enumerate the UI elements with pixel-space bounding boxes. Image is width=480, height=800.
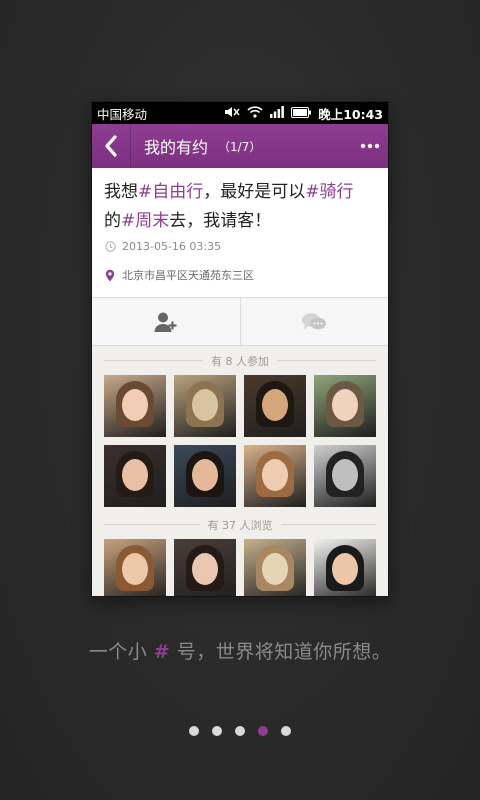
location-pin-icon — [104, 269, 116, 281]
battery-icon — [291, 106, 312, 121]
post-text-segment: 去，我请客！ — [169, 211, 272, 231]
chevron-left-icon — [105, 135, 117, 157]
viewer-avatar[interactable] — [244, 539, 306, 596]
avatar-photo-icon — [104, 445, 166, 507]
post-text-segment: 我想 — [104, 182, 138, 202]
participant-avatar[interactable] — [174, 375, 236, 437]
status-bar: 中国移动 晚上10:43 — [92, 102, 388, 124]
join-button[interactable] — [92, 298, 240, 345]
participant-avatar[interactable] — [104, 375, 166, 437]
location-label: 北京市昌平区天通苑东三区 — [122, 269, 254, 282]
participants-count-label: 有 8 人参加 — [211, 354, 269, 368]
page-title: 我的有约 — [144, 138, 209, 157]
add-user-icon — [154, 312, 177, 332]
participant-avatar[interactable] — [244, 375, 306, 437]
avatar-photo-icon — [104, 539, 166, 596]
participant-avatar[interactable] — [314, 445, 376, 507]
avatar-photo-icon — [244, 375, 306, 437]
more-menu-button[interactable] — [352, 124, 388, 168]
viewers-divider: 有 37 人浏览 — [92, 510, 388, 539]
hashtag-link[interactable]: #周末 — [121, 211, 169, 231]
chat-bubbles-icon — [302, 312, 327, 329]
post-card: 我想#自由行，最好是可以#骑行的#周末去，我请客！ 2013-05-16 03:… — [92, 168, 388, 297]
app-preview-screen: 中国移动 晚上10:43 我的有约 （1/7） 我想#自由行，最好是可以#骑行 … — [92, 102, 388, 596]
signal-icon — [270, 105, 285, 121]
cat-photo-icon — [174, 375, 236, 437]
participants-grid — [92, 375, 388, 507]
title-bar: 我的有约 （1/7） — [92, 124, 388, 168]
viewer-avatar[interactable] — [104, 539, 166, 596]
avatar-photo-icon — [314, 539, 376, 596]
participants-divider: 有 8 人参加 — [92, 346, 388, 375]
post-text: 我想#自由行，最好是可以#骑行的#周末去，我请客！ — [104, 178, 376, 236]
post-datetime: 2013-05-16 03:35 — [104, 240, 376, 253]
avatar-photo-icon — [244, 445, 306, 507]
viewers-grid — [92, 539, 388, 596]
page-indicator — [0, 726, 480, 736]
participants-section: 有 8 人参加 有 37 人浏览 — [92, 346, 388, 596]
action-bar — [92, 297, 388, 346]
avatar-photo-icon — [314, 375, 376, 437]
participant-avatar[interactable] — [174, 445, 236, 507]
post-text-segment: 的 — [104, 211, 121, 231]
clock-icon — [104, 241, 116, 253]
participant-avatar[interactable] — [314, 375, 376, 437]
more-dots-icon — [360, 143, 380, 149]
camera-photo-icon — [314, 445, 376, 507]
avatar-photo-icon — [174, 539, 236, 596]
viewers-count-label: 有 37 人浏览 — [207, 518, 273, 532]
participant-avatar[interactable] — [244, 445, 306, 507]
participant-avatar[interactable] — [104, 445, 166, 507]
mute-icon — [224, 106, 240, 121]
page-dot[interactable] — [235, 726, 245, 736]
feature-caption: 一个小 # 号，世界将知道你所想。 — [88, 641, 392, 663]
page-dot[interactable] — [212, 726, 222, 736]
hashtag-link[interactable]: #骑行 — [305, 182, 353, 202]
wifi-icon — [247, 105, 263, 121]
page-counter: （1/7） — [218, 139, 262, 154]
hashtag-link[interactable]: #自由行 — [138, 182, 203, 202]
avatar-photo-icon — [104, 375, 166, 437]
page-dot[interactable] — [189, 726, 199, 736]
back-button[interactable] — [92, 124, 131, 168]
viewer-avatar[interactable] — [174, 539, 236, 596]
carrier-label: 中国移动 — [97, 106, 148, 122]
viewer-avatar[interactable] — [314, 539, 376, 596]
post-text-segment: ，最好是可以 — [203, 182, 306, 202]
post-location[interactable]: 北京市昌平区天通苑东三区 — [104, 267, 376, 283]
avatar-photo-icon — [174, 445, 236, 507]
page-dot[interactable] — [258, 726, 268, 736]
hamster-photo-icon — [244, 539, 306, 596]
comment-button[interactable] — [239, 298, 389, 345]
datetime-label: 2013-05-16 03:35 — [122, 240, 222, 253]
clock-label: 晚上10:43 — [318, 106, 383, 122]
page-dot[interactable] — [281, 726, 291, 736]
